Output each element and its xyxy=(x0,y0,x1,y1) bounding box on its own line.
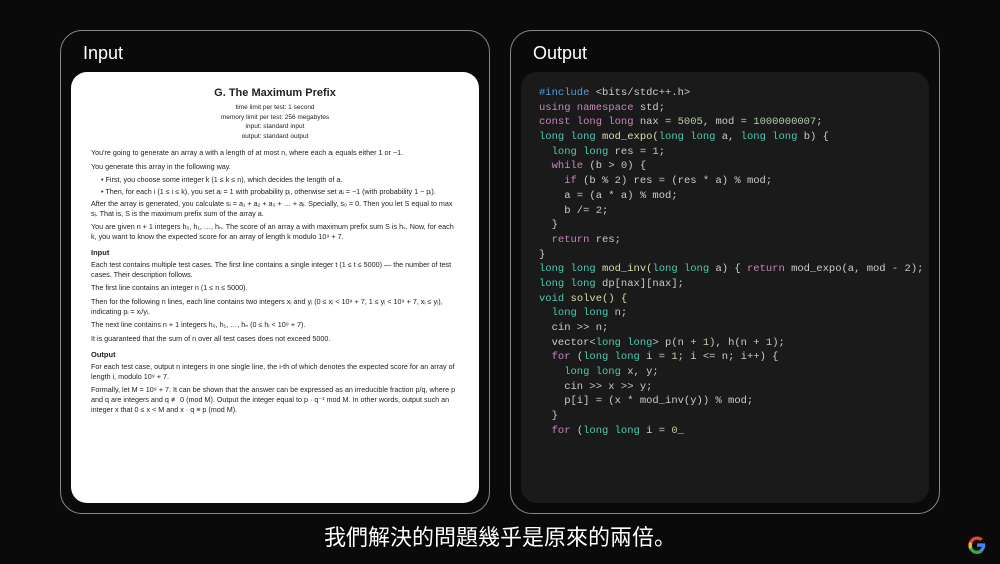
problem-text: For each test case, output n integers in… xyxy=(91,362,459,381)
code-output: #include <bits/stdc++.h> using namespace… xyxy=(521,72,929,503)
problem-title: G. The Maximum Prefix xyxy=(91,86,459,101)
output-panel-label: Output xyxy=(511,31,939,72)
google-logo-icon xyxy=(968,536,986,554)
problem-bullet: Then, for each i (1 ≤ i ≤ k), you set aᵢ… xyxy=(101,187,459,197)
problem-text: The next line contains n + 1 integers h₀… xyxy=(91,320,459,330)
problem-document: G. The Maximum Prefix time limit per tes… xyxy=(71,72,479,503)
memory-limit: memory limit per test: 256 megabytes xyxy=(91,114,459,123)
problem-text: The first line contains an integer n (1 … xyxy=(91,283,459,293)
output-panel: Output #include <bits/stdc++.h> using na… xyxy=(510,30,940,514)
problem-text: Then for the following n lines, each lin… xyxy=(91,297,459,316)
problem-text: After the array is generated, you calcul… xyxy=(91,199,459,218)
time-limit: time limit per test: 1 second xyxy=(91,104,459,113)
problem-bullet: First, you choose some integer k (1 ≤ k … xyxy=(101,175,459,185)
output-mode: output: standard output xyxy=(91,133,459,142)
input-heading: Input xyxy=(91,248,459,258)
problem-text: Each test contains multiple test cases. … xyxy=(91,260,459,279)
problem-text: You generate this array in the following… xyxy=(91,162,459,172)
video-subtitle: 我們解決的問題幾乎是原來的兩倍。 xyxy=(0,520,1000,552)
dual-panel-container: Input G. The Maximum Prefix time limit p… xyxy=(0,0,1000,564)
problem-text: You're going to generate an array a with… xyxy=(91,148,459,158)
output-heading: Output xyxy=(91,350,459,360)
input-panel: Input G. The Maximum Prefix time limit p… xyxy=(60,30,490,514)
input-mode: input: standard input xyxy=(91,123,459,132)
problem-text: It is guaranteed that the sum of n over … xyxy=(91,334,459,344)
input-panel-label: Input xyxy=(61,31,489,72)
problem-text: Formally, let M = 10⁹ + 7. It can be sho… xyxy=(91,385,459,414)
problem-text: You are given n + 1 integers h₀, h₁, …, … xyxy=(91,222,459,241)
